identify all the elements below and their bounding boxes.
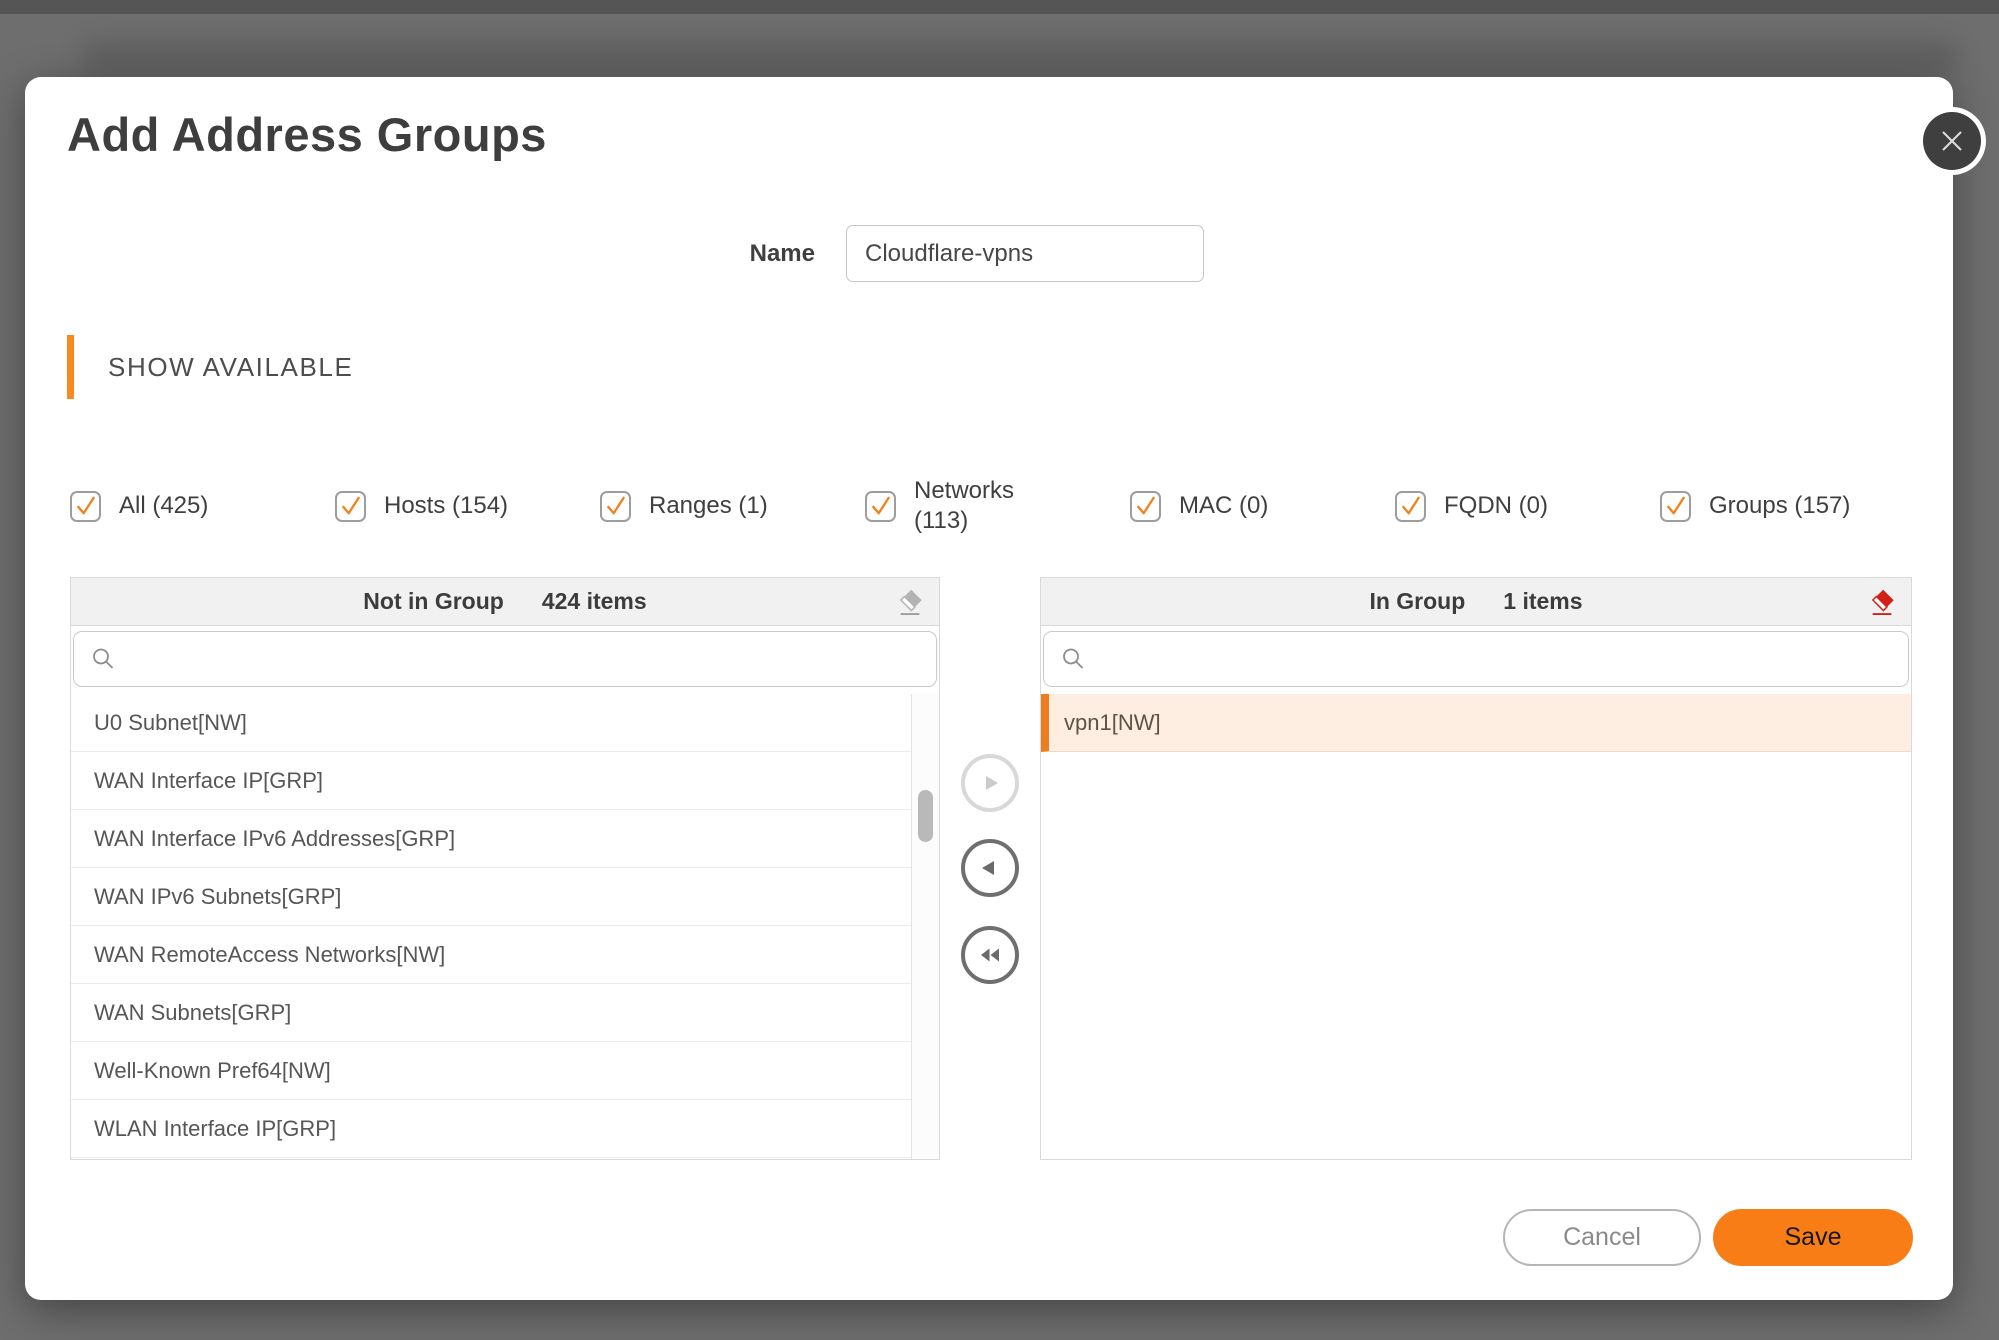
section-accent-bar bbox=[67, 335, 74, 399]
move-all-left-button[interactable] bbox=[961, 926, 1019, 984]
filter-item: FQDN (0) bbox=[1395, 473, 1548, 539]
section-header: SHOW AVAILABLE bbox=[108, 352, 353, 383]
search-icon bbox=[1061, 646, 1087, 672]
cancel-button[interactable]: Cancel bbox=[1503, 1209, 1701, 1266]
scrollbar-thumb[interactable] bbox=[918, 790, 933, 842]
panel-count: 424 items bbox=[542, 588, 647, 615]
checkbox[interactable] bbox=[335, 491, 366, 522]
list-item[interactable]: Well-Known Pref64[NW] bbox=[71, 1042, 911, 1100]
checkmark-icon bbox=[72, 491, 99, 521]
list-item[interactable]: vpn1[NW] bbox=[1041, 694, 1911, 752]
add-address-groups-dialog: Add Address Groups Name SHOW AVAILABLE A… bbox=[25, 77, 1953, 1300]
panel-title: Not in Group bbox=[363, 588, 504, 615]
list-item-label: WLAN Interface IP[GRP] bbox=[94, 1116, 336, 1141]
clear-right-list-button[interactable] bbox=[1867, 587, 1897, 617]
not-in-group-panel: Not in Group 424 items U0 Subnet[NW] bbox=[70, 577, 940, 1160]
filter-checkbox-row: All (425) Hosts (154) Ranges (1) bbox=[25, 473, 1953, 539]
filter-label: Hosts (154) bbox=[384, 492, 508, 520]
checkmark-icon bbox=[337, 491, 364, 521]
checkbox[interactable] bbox=[1660, 491, 1691, 522]
checkbox[interactable] bbox=[600, 491, 631, 522]
list-item-label: Well-Known Pref64[NW] bbox=[94, 1058, 331, 1083]
clear-left-list-button[interactable] bbox=[895, 587, 925, 617]
list-item[interactable]: U0 Subnet[NW] bbox=[71, 694, 911, 752]
double-arrow-left-icon bbox=[977, 942, 1003, 968]
filter-label: Groups (157) bbox=[1709, 492, 1850, 520]
checkmark-icon bbox=[1132, 491, 1159, 521]
not-in-group-list: U0 Subnet[NW] WAN Interface IP[GRP] WAN … bbox=[71, 694, 911, 1158]
checkmark-icon bbox=[1397, 491, 1424, 521]
filter-label: FQDN (0) bbox=[1444, 492, 1548, 520]
list-item[interactable]: WAN Subnets[GRP] bbox=[71, 984, 911, 1042]
move-right-button[interactable] bbox=[961, 754, 1019, 812]
filter-item: Ranges (1) bbox=[600, 473, 768, 539]
checkmark-icon bbox=[602, 491, 629, 521]
arrow-left-icon bbox=[977, 855, 1003, 881]
filter-item: All (425) bbox=[70, 473, 208, 539]
list-item-label: vpn1[NW] bbox=[1064, 710, 1161, 735]
in-group-list: vpn1[NW] bbox=[1041, 694, 1911, 752]
right-search-input[interactable] bbox=[1043, 631, 1909, 687]
list-item-label: WAN RemoteAccess Networks[NW] bbox=[94, 942, 445, 967]
arrow-right-icon bbox=[977, 770, 1003, 796]
filter-item: MAC (0) bbox=[1130, 473, 1268, 539]
list-item-label: WAN IPv6 Subnets[GRP] bbox=[94, 884, 341, 909]
left-search-input[interactable] bbox=[73, 631, 937, 687]
close-icon bbox=[1937, 126, 1967, 156]
background-shadow bbox=[80, 40, 1959, 78]
list-item-label: WAN Subnets[GRP] bbox=[94, 1000, 291, 1025]
in-group-panel: In Group 1 items vpn1[NW] bbox=[1040, 577, 1912, 1160]
filter-label: Ranges (1) bbox=[649, 492, 768, 520]
list-item-label: WAN Interface IP[GRP] bbox=[94, 768, 323, 793]
list-item[interactable]: WAN RemoteAccess Networks[NW] bbox=[71, 926, 911, 984]
panel-title: In Group bbox=[1369, 588, 1465, 615]
checkbox[interactable] bbox=[865, 491, 896, 522]
not-in-group-header: Not in Group 424 items bbox=[71, 578, 939, 626]
save-button[interactable]: Save bbox=[1713, 1209, 1913, 1266]
scrollbar-track[interactable] bbox=[911, 694, 939, 1159]
filter-label: MAC (0) bbox=[1179, 492, 1268, 520]
in-group-header: In Group 1 items bbox=[1041, 578, 1911, 626]
eraser-icon bbox=[1868, 588, 1896, 616]
checkbox[interactable] bbox=[70, 491, 101, 522]
filter-label: Networks (113) bbox=[914, 476, 1032, 536]
filter-item: Hosts (154) bbox=[335, 473, 508, 539]
name-label: Name bbox=[605, 240, 815, 268]
list-item[interactable]: WAN Interface IP[GRP] bbox=[71, 752, 911, 810]
checkbox[interactable] bbox=[1395, 491, 1426, 522]
list-item-label: WAN Interface IPv6 Addresses[GRP] bbox=[94, 826, 455, 851]
close-button-circle bbox=[1923, 112, 1981, 170]
move-left-button[interactable] bbox=[961, 839, 1019, 897]
dialog-title: Add Address Groups bbox=[67, 107, 547, 162]
eraser-icon bbox=[896, 588, 924, 616]
list-item[interactable]: WAN Interface IPv6 Addresses[GRP] bbox=[71, 810, 911, 868]
list-item-label: U0 Subnet[NW] bbox=[94, 710, 247, 735]
checkmark-icon bbox=[867, 491, 894, 521]
list-item[interactable]: WLAN Interface IP[GRP] bbox=[71, 1100, 911, 1158]
list-item[interactable]: WAN IPv6 Subnets[GRP] bbox=[71, 868, 911, 926]
group-name-input[interactable] bbox=[846, 225, 1204, 282]
checkbox[interactable] bbox=[1130, 491, 1161, 522]
search-icon bbox=[91, 646, 117, 672]
filter-label: All (425) bbox=[119, 492, 208, 520]
filter-item: Networks (113) bbox=[865, 473, 1032, 539]
panel-count: 1 items bbox=[1503, 588, 1582, 615]
checkmark-icon bbox=[1662, 491, 1689, 521]
filter-item: Groups (157) bbox=[1660, 473, 1850, 539]
close-button[interactable] bbox=[1918, 107, 1986, 175]
